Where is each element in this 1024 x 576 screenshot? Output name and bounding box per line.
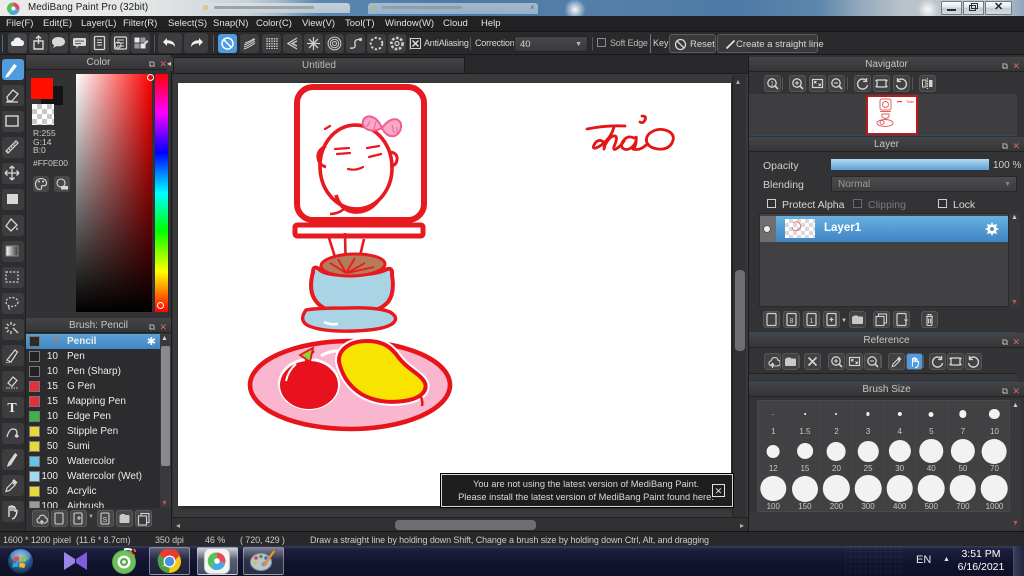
svg-text:Thảo: Thảo	[906, 100, 914, 104]
svg-text:T: T	[7, 401, 17, 416]
svg-text:1: 1	[810, 318, 814, 325]
svg-text:8: 8	[790, 318, 794, 325]
svg-text:S: S	[103, 517, 108, 524]
